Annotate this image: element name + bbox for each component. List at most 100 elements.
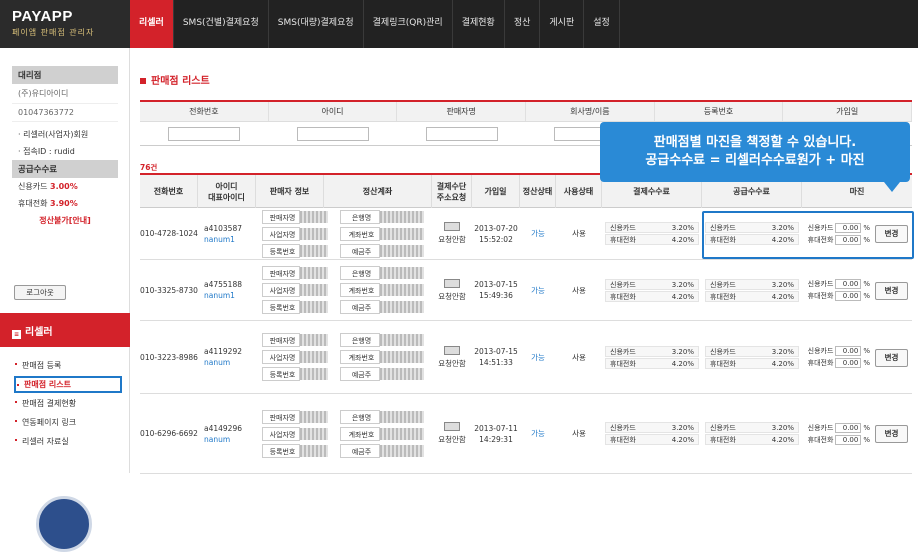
row-pay-fee: 신용카드 3.20% 휴대전화 4.20% [602,321,702,393]
seller-info: 판매자명 사업자명 등록번호 [260,260,328,320]
seller-field: 판매자명 [262,209,328,224]
fee-phone-label: 휴대전화 [610,359,636,368]
margin-card-input[interactable]: 0.00 [835,422,862,433]
search-header-phone: 전화번호 [140,102,269,121]
row-rep-id[interactable]: nanum [204,357,230,368]
nav-payment-link[interactable]: 결제링크(QR)관리 [364,0,453,48]
masked-value [300,444,328,457]
fee-card-label: 신용카드 [710,424,736,432]
nav-settlement[interactable]: 정산 [505,0,541,48]
change-button[interactable]: 변경 [875,281,908,300]
main-nav: 리셀러 SMS(건별)결제요청 SMS(대량)결제요청 결제링크(QR)관리 결… [130,0,620,48]
margin-card-input[interactable]: 0.00 [835,346,862,356]
logout-button[interactable]: 로그아웃 [14,285,66,300]
nav-reseller[interactable]: 리셀러 [130,0,174,48]
search-phone-input[interactable] [168,127,241,141]
fee-phone-label: 휴대전화 [610,292,636,301]
account-field: 은행명 [340,209,424,224]
seller-label: 등록번호 [262,300,300,314]
card-icon [444,422,460,431]
masked-value [300,351,328,363]
card-fee-value: 3.00% [50,182,78,191]
menu-reseller-resources[interactable]: 리셀러 자료실 [14,433,122,450]
nav-settings[interactable]: 설정 [584,0,620,48]
top-bar: PAYAPP 페이앱 판매점 관리자 리셀러 SMS(건별)결제요청 SMS(대… [0,0,918,48]
row-joined: 2013-07-15 15:49:36 [472,260,520,320]
percent-sign: % [863,292,870,300]
row-supply-fee: 신용카드 3.20% 휴대전화 4.20% [702,321,802,393]
agency-header: 대리점 [12,66,118,84]
masked-value [380,301,424,313]
card-icon [444,222,460,231]
margin-phone-input[interactable]: 0.00 [835,434,862,445]
row-supply-fee-phone: 휴대전화 4.20% [705,290,799,302]
nav-sms-bulk[interactable]: SMS(대량)결제요청 [269,0,364,48]
seller-label: 등록번호 [262,367,300,381]
reseller-menu: 판매점 등록 판매점 리스트 판매점 결제현황 연동페이지 링크 리셀러 자료실 [14,357,122,452]
row-pay-fee-card: 신용카드 3.20% [605,345,699,357]
margin-card-input[interactable]: 0.00 [835,279,862,289]
margin-phone-input[interactable]: 0.00 [835,234,862,245]
percent-sign: % [863,280,870,288]
row-settle-status[interactable]: 가능 [520,208,556,259]
fee-card-value: 3.20% [671,224,694,232]
row-rep-id[interactable]: nanum [204,434,230,445]
member-info: · 리셀러(사업자)회원 · 접속ID : rudid [12,126,118,160]
row-settle-status[interactable]: 가능 [520,260,556,320]
search-id-input[interactable] [297,127,369,141]
change-button[interactable]: 변경 [875,225,908,243]
row-margin: 신용카드 0.00% 휴대전화 0.00% [802,260,874,320]
nav-payment-status[interactable]: 결제현황 [453,0,505,48]
account-label: 계좌번호 [340,226,380,241]
row-method: 요청안함 [432,208,472,259]
menu-store-register[interactable]: 판매점 등록 [14,357,122,374]
search-seller-input[interactable] [425,127,498,141]
row-id-value: a4755188 [204,280,242,289]
search-cell-id [269,122,398,146]
masked-value [300,410,328,423]
row-joined: 2013-07-11 14:29:31 [472,394,520,473]
margin-phone: 휴대전화 0.00% [806,434,870,445]
account-field: 은행명 [340,266,424,280]
nav-sms-single[interactable]: SMS(건별)결제요청 [174,0,269,48]
account-label: 계좌번호 [340,350,380,364]
row-request: 요청안함 [438,358,466,368]
settle-status-link[interactable]: 정산불가[안내] [12,212,118,229]
margin-phone-input[interactable]: 0.00 [835,358,862,368]
menu-integration-link[interactable]: 연동페이지 링크 [14,414,122,431]
fee-phone-label: 휴대전화 [610,436,636,444]
row-rep-id[interactable]: nanum1 [204,234,235,245]
row-method: 요청안함 [432,321,472,393]
row-rep-id[interactable]: nanum1 [204,290,235,301]
seller-field: 등록번호 [262,243,328,258]
row-pay-fee-phone: 휴대전화 4.20% [605,234,699,245]
row-use-status: 사용 [572,229,586,238]
change-button[interactable]: 변경 [875,348,908,367]
row-joined-date: 2013-07-15 [474,347,518,356]
fee-card-label: 신용카드 [610,224,636,232]
row-settle-status[interactable]: 가능 [520,321,556,393]
row-settle-status[interactable]: 가능 [520,394,556,473]
margin-phone-input[interactable]: 0.00 [835,291,862,301]
search-header-row: 전화번호 아이디 판매자명 회사명/이름 등록번호 가입일 [140,102,913,122]
row-use-status: 사용 [572,285,586,295]
nav-board[interactable]: 게시판 [540,0,585,48]
margin-phone: 휴대전화 0.00% [806,291,870,302]
row-joined-date: 2013-07-11 [474,423,518,433]
account-field: 계좌번호 [340,350,424,364]
account-field: 은행명 [340,333,424,347]
menu-store-list[interactable]: 판매점 리스트 [14,376,122,393]
search-header-regno: 등록번호 [655,102,784,121]
account-field: 계좌번호 [340,426,424,441]
tooltip-line1: 판매점별 마진을 책정할 수 있습니다. [653,135,857,150]
margin-card-input[interactable]: 0.00 [835,222,862,233]
menu-store-payment-status[interactable]: 판매점 결제현황 [14,395,122,412]
change-button[interactable]: 변경 [875,425,908,443]
masked-value [380,210,424,223]
logo-subtitle: 페이앱 판매점 관리자 [12,28,95,37]
login-id-label: 접속ID : rudid [23,147,75,156]
row-method: 요청안함 [432,260,472,320]
logo[interactable]: PAYAPP 페이앱 판매점 관리자 [0,0,130,48]
row-method: 요청안함 [432,394,472,473]
row-margin: 신용카드 0.00% 휴대전화 0.00% [802,394,874,473]
